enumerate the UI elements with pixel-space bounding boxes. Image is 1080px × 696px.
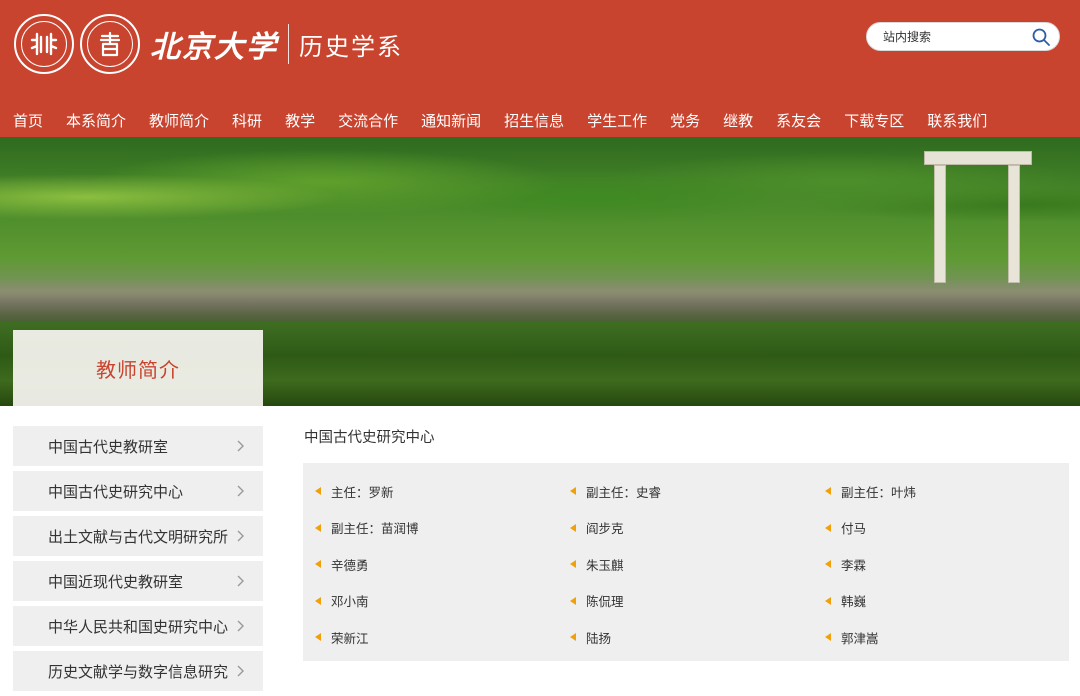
chevron-right-icon (237, 575, 244, 587)
triangle-bullet-icon (570, 633, 576, 641)
staff-name: 陈侃理 (586, 594, 624, 609)
nav-item-admissions[interactable]: 招生信息 (504, 110, 564, 131)
staff-item[interactable]: 辛德勇 (315, 554, 570, 574)
nav-item-news[interactable]: 通知新闻 (421, 110, 481, 131)
triangle-bullet-icon (570, 523, 576, 532)
staff-item[interactable]: 副主任：苗润博 (315, 518, 570, 538)
sidebar-item-excavated-documents-institute[interactable]: 出土文献与古代文明研究所 (13, 516, 263, 556)
staff-name: 荣新江 (331, 630, 369, 646)
search-box (866, 22, 1060, 51)
staff-name: 副主任：史睿 (586, 484, 662, 500)
main-nav: 首页 本系简介 教师简介 科研 教学 交流合作 通知新闻 招生信息 学生工作 党… (0, 106, 1080, 134)
triangle-bullet-icon (825, 596, 831, 605)
staff-item[interactable]: 李霖 (825, 554, 1080, 574)
sidebar-item-label: 中国近现代史教研室 (48, 572, 184, 591)
sidebar-item-ancient-history-office[interactable]: 中国古代史教研室 (13, 426, 263, 466)
triangle-bullet-icon (315, 633, 321, 641)
sidebar: 中国古代史教研室 中国古代史研究中心 出土文献与古代文明研究所 中国近现代史教研… (13, 426, 263, 696)
logo-divider (288, 24, 289, 64)
staff-name: 韩巍 (841, 594, 867, 609)
section-title-card: 教师简介 (13, 330, 263, 406)
sidebar-item-label: 中国古代史研究中心 (48, 482, 184, 501)
staff-name: 副主任：叶炜 (841, 484, 917, 500)
chevron-right-icon (237, 530, 244, 542)
staff-grid: 主任：罗新 副主任：史睿 副主任：叶炜 副主任：苗润博 阎步克 付马 辛德勇 朱… (303, 481, 1069, 664)
university-name: 北京大学 (150, 30, 278, 65)
nav-item-faculty[interactable]: 教师简介 (149, 110, 209, 131)
nav-item-student-affairs[interactable]: 学生工作 (587, 110, 647, 131)
staff-name: 副主任：苗润博 (331, 521, 419, 536)
chevron-right-icon (237, 485, 244, 497)
nav-item-about[interactable]: 本系简介 (66, 110, 126, 131)
staff-item[interactable]: 付马 (825, 518, 1080, 538)
sidebar-item-historical-documents-digital[interactable]: 历史文献学与数字信息研究 (13, 651, 263, 691)
triangle-bullet-icon (315, 523, 321, 532)
staff-name: 主任：罗新 (331, 484, 394, 500)
triangle-bullet-icon (570, 487, 576, 495)
nav-item-teaching[interactable]: 教学 (285, 110, 315, 131)
sidebar-item-label: 中华人民共和国史研究中心 (48, 617, 229, 636)
sidebar-item-label: 历史文献学与数字信息研究 (48, 662, 229, 681)
staff-name: 阎步克 (586, 521, 624, 536)
sidebar-item-label: 中国古代史教研室 (48, 437, 169, 456)
nav-item-home[interactable]: 首页 (13, 110, 43, 131)
triangle-bullet-icon (570, 560, 576, 568)
triangle-bullet-icon (825, 487, 831, 495)
staff-item[interactable]: 郭津嵩 (825, 627, 1080, 647)
triangle-bullet-icon (825, 523, 831, 532)
sidebar-item-modern-history-office[interactable]: 中国近现代史教研室 (13, 561, 263, 601)
search-input[interactable] (883, 29, 1023, 44)
chevron-right-icon (237, 440, 244, 452)
logo-area[interactable]: 北京大学 历史学系 (14, 14, 403, 74)
staff-item[interactable]: 副主任：史睿 (570, 481, 825, 501)
pku-seal-icon (14, 14, 74, 74)
nav-item-research[interactable]: 科研 (232, 110, 262, 131)
staff-name: 朱玉麒 (586, 557, 624, 573)
staff-item[interactable]: 主任：罗新 (315, 481, 570, 501)
staff-item[interactable]: 韩巍 (825, 591, 1080, 611)
triangle-bullet-icon (570, 596, 576, 605)
triangle-bullet-icon (825, 633, 831, 641)
triangle-bullet-icon (315, 596, 321, 605)
nav-item-exchange[interactable]: 交流合作 (338, 110, 398, 131)
sidebar-item-label: 出土文献与古代文明研究所 (48, 527, 229, 546)
staff-name: 陆扬 (586, 630, 612, 646)
staff-name: 郭津嵩 (841, 630, 879, 646)
nav-item-continuing-ed[interactable]: 继教 (723, 110, 753, 131)
nav-item-party[interactable]: 党务 (670, 110, 700, 131)
staff-name: 邓小南 (331, 594, 369, 609)
staff-panel: 主任：罗新 副主任：史睿 副主任：叶炜 副主任：苗润博 阎步克 付马 辛德勇 朱… (303, 463, 1069, 661)
triangle-bullet-icon (825, 560, 831, 568)
staff-name: 付马 (841, 521, 867, 536)
sidebar-item-ancient-history-center[interactable]: 中国古代史研究中心 (13, 471, 263, 511)
staff-item[interactable]: 朱玉麒 (570, 554, 825, 574)
department-name: 历史学系 (299, 32, 403, 61)
sidebar-item-prc-history-center[interactable]: 中华人民共和国史研究中心 (13, 606, 263, 646)
chevron-right-icon (237, 620, 244, 632)
staff-item[interactable]: 副主任：叶炜 (825, 481, 1080, 501)
staff-name: 辛德勇 (331, 557, 369, 573)
staff-item[interactable]: 邓小南 (315, 591, 570, 611)
triangle-bullet-icon (315, 487, 321, 495)
site-header: 北京大学 历史学系 首页 本系简介 教师简介 科研 教学 交流合作 通知新闻 招… (0, 0, 1080, 137)
staff-item[interactable]: 陈侃理 (570, 591, 825, 611)
staff-item[interactable]: 荣新江 (315, 627, 570, 647)
nav-item-contact[interactable]: 联系我们 (927, 110, 987, 131)
staff-name: 李霖 (841, 557, 867, 573)
staff-item[interactable]: 阎步克 (570, 518, 825, 538)
chevron-right-icon (237, 665, 244, 677)
nav-item-downloads[interactable]: 下载专区 (844, 110, 904, 131)
page-title: 中国古代史研究中心 (304, 430, 435, 446)
banner-pavilion (918, 151, 1038, 291)
section-title: 教师简介 (96, 357, 180, 382)
triangle-bullet-icon (315, 560, 321, 568)
nav-item-alumni[interactable]: 系友会 (776, 110, 821, 131)
search-icon[interactable] (1031, 27, 1051, 47)
department-seal-icon (80, 14, 140, 74)
staff-item[interactable]: 陆扬 (570, 627, 825, 647)
